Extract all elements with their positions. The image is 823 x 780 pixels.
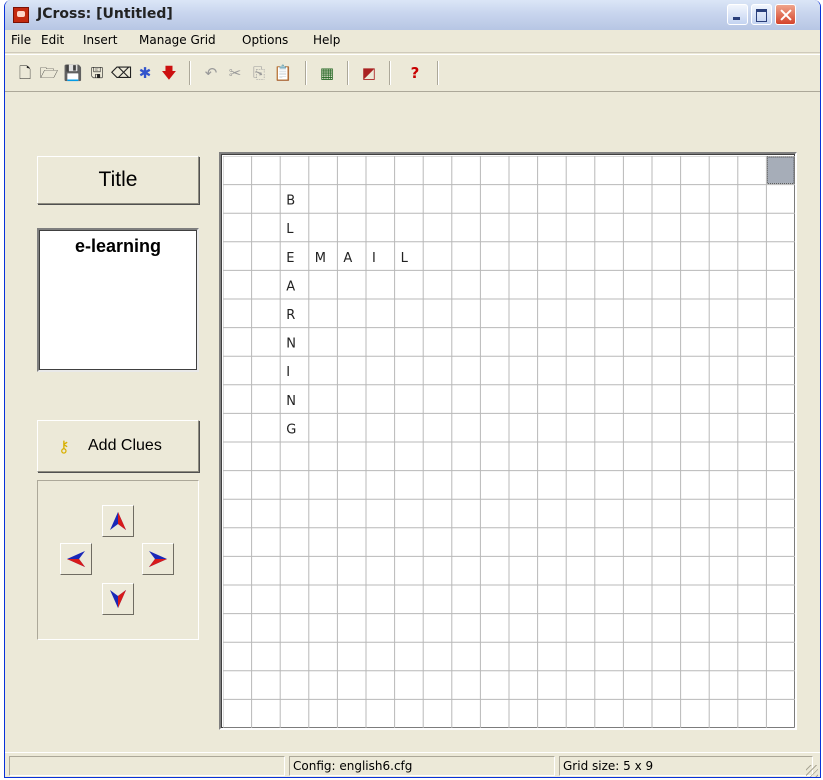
arrow-panel (37, 480, 199, 640)
move-down-button[interactable] (102, 583, 134, 615)
grid-letter: R (286, 308, 295, 323)
paste-icon[interactable]: 📋 (273, 63, 293, 83)
grid-letter: I (372, 251, 376, 266)
export-arrow-icon[interactable]: 🡇 (159, 63, 179, 83)
configuration-icon[interactable]: ◩ (359, 63, 379, 83)
resize-grip[interactable] (806, 765, 818, 777)
move-right-button[interactable] (142, 543, 174, 575)
help-icon[interactable]: ? (405, 63, 425, 83)
title-display[interactable]: e-learning (37, 228, 199, 372)
save-as-icon[interactable]: 🖫 (87, 63, 107, 83)
key-icon: ⚷ (58, 439, 70, 456)
status-config: Config: english6.cfg (289, 756, 555, 776)
grid-letter: N (286, 394, 296, 409)
status-grid-size: Grid size: 5 x 9 (559, 756, 813, 776)
app-icon[interactable] (13, 7, 29, 23)
title-value: e-learning (74, 236, 162, 256)
left-arrow-icon (67, 551, 85, 567)
toolbar-separator (305, 61, 307, 85)
menu-bar: File Edit Insert Manage Grid Options Hel… (5, 30, 820, 53)
app-window: JCross: [Untitled] File Edit Insert Mana… (4, 0, 821, 778)
eraser-icon[interactable]: ⌫ (111, 63, 132, 83)
grid-letter: A (286, 279, 295, 294)
right-arrow-icon (149, 551, 167, 567)
up-arrow-icon (110, 512, 126, 530)
web-export-icon[interactable]: ✱ (135, 63, 155, 83)
maximize-button[interactable] (751, 4, 772, 25)
status-bar: Config: english6.cfg Grid size: 5 x 9 (5, 752, 820, 777)
grid-canvas[interactable]: BLE M A I LARNING (223, 156, 795, 728)
grid-letter: A (343, 251, 352, 266)
selected-cell[interactable] (766, 156, 795, 185)
grid-letter: L (401, 251, 409, 266)
toolbar-separator (389, 61, 391, 85)
menu-insert[interactable]: Insert (83, 33, 117, 47)
save-icon[interactable]: 💾 (63, 63, 83, 83)
toolbar-separator (347, 61, 349, 85)
menu-file[interactable]: File (11, 33, 31, 47)
open-folder-icon[interactable]: 🗁 (39, 63, 59, 83)
crossword-grid[interactable]: BLEMAILARNING (219, 152, 797, 730)
close-button[interactable] (775, 4, 796, 25)
grid-icon[interactable]: ▦ (317, 63, 337, 83)
title-button[interactable]: Title (37, 156, 199, 204)
menu-help[interactable]: Help (313, 33, 340, 47)
grid-letter: N (286, 337, 296, 352)
window-title: JCross: [Untitled] (37, 6, 173, 22)
toolbar: 🗋 🗁 💾 🖫 ⌫ ✱ 🡇 ↶ ✂ ⎘ 📋 ▦ ◩ ? (5, 54, 820, 92)
grid-letter: B (286, 194, 295, 209)
toolbar-separator (437, 61, 439, 85)
menu-options[interactable]: Options (242, 33, 288, 47)
grid-letter: E (286, 251, 294, 266)
cut-icon[interactable]: ✂ (225, 63, 245, 83)
move-left-button[interactable] (60, 543, 92, 575)
grid-letter: G (286, 422, 296, 437)
grid-letter: I (286, 365, 290, 380)
down-arrow-icon (110, 590, 126, 608)
menu-edit[interactable]: Edit (41, 33, 64, 47)
undo-icon[interactable]: ↶ (201, 63, 221, 83)
toolbar-separator (189, 61, 191, 85)
title-bar[interactable]: JCross: [Untitled] (5, 0, 820, 31)
minimize-button[interactable] (727, 4, 748, 25)
status-pane-message (9, 756, 285, 776)
add-clues-button[interactable]: ⚷ Add Clues (37, 420, 199, 472)
new-file-icon[interactable]: 🗋 (15, 63, 35, 83)
menu-manage-grid[interactable]: Manage Grid (139, 33, 216, 47)
grid-letter: L (286, 222, 294, 237)
move-up-button[interactable] (102, 505, 134, 537)
grid-letter: M (315, 251, 326, 266)
copy-icon[interactable]: ⎘ (249, 63, 269, 83)
add-clues-label: Add Clues (88, 437, 162, 454)
